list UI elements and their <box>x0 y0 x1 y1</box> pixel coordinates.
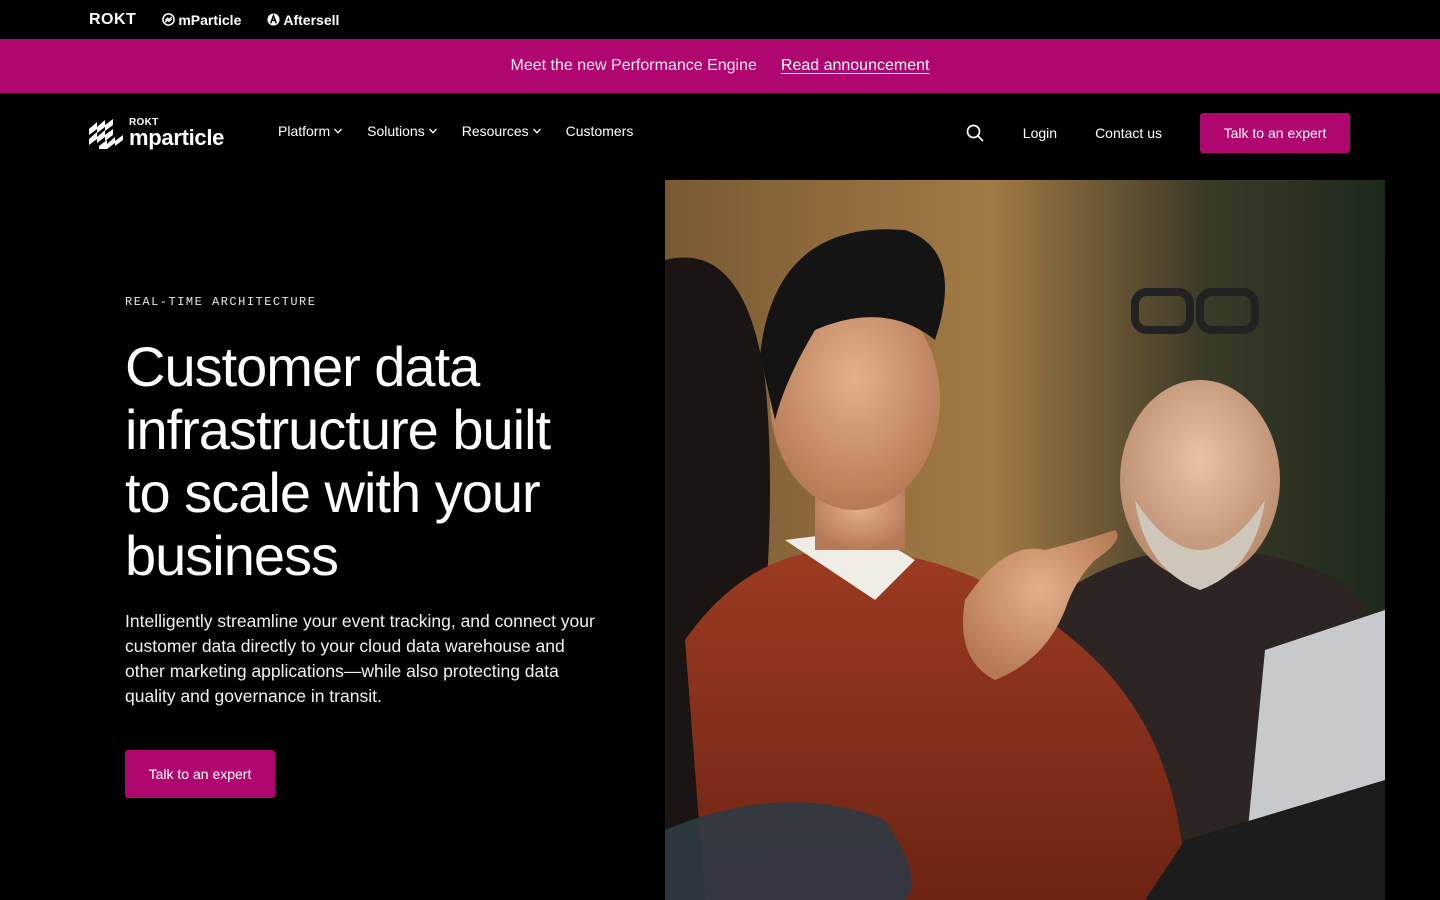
announcement-message: Meet the new Performance Engine <box>510 57 757 74</box>
chevron-down-icon <box>334 128 343 134</box>
brand-label-mparticle: mParticle <box>178 11 242 28</box>
hero-title: Customer data infrastructure built to sc… <box>125 335 551 587</box>
aftersell-icon <box>267 13 280 26</box>
nav-platform[interactable]: Platform <box>278 123 343 139</box>
announcement-banner: Meet the new Performance Engine Read ann… <box>0 39 1440 93</box>
brand-link-aftersell[interactable]: Aftersell <box>267 12 339 28</box>
hero-description: Intelligently streamline your event trac… <box>125 611 595 706</box>
hero-photo <box>665 180 1385 900</box>
chevron-down-icon <box>428 128 437 134</box>
nav-platform-label: Platform <box>278 123 331 139</box>
nav-solutions-label: Solutions <box>367 123 425 139</box>
mparticle-logo-icon <box>89 118 123 149</box>
brand-label-aftersell: Aftersell <box>283 11 340 28</box>
mparticle-icon <box>162 13 176 26</box>
mparticle-logo[interactable]: ROKT mparticle <box>89 118 224 149</box>
brand-link-mparticle[interactable]: mParticle <box>162 12 241 28</box>
logo-wordmark: ROKT mparticle <box>129 118 224 149</box>
nav-talk-to-expert-button[interactable]: Talk to an expert <box>1200 113 1350 153</box>
hero-talk-to-expert-button[interactable]: Talk to an expert <box>125 750 275 798</box>
nav-resources-label: Resources <box>461 123 529 139</box>
contact-us-link[interactable]: Contact us <box>1095 125 1162 141</box>
hero-eyebrow: REAL-TIME ARCHITECTURE <box>125 295 317 309</box>
login-link[interactable]: Login <box>1023 125 1057 141</box>
brand-link-rokt[interactable]: ROKT <box>89 11 136 29</box>
chevron-down-icon <box>532 128 541 134</box>
nav-actions: Login Contact us Talk to an expert <box>965 113 1350 153</box>
main-nav: ROKT mparticle Platform Solutions Resour… <box>0 93 1440 173</box>
nav-solutions[interactable]: Solutions <box>367 123 438 139</box>
nav-resources[interactable]: Resources <box>462 123 542 139</box>
read-announcement-link[interactable]: Read announcement <box>781 57 930 75</box>
nav-links: Platform Solutions Resources Customers <box>278 123 657 139</box>
search-icon[interactable] <box>965 123 985 143</box>
brand-strip: ROKT mParticle Aftersell <box>0 0 1440 39</box>
hero-photo-illustration <box>665 180 1385 900</box>
logo-text-mparticle: mparticle <box>129 125 225 150</box>
nav-customers[interactable]: Customers <box>566 123 634 139</box>
nav-customers-label: Customers <box>565 123 634 139</box>
brand-label-rokt: ROKT <box>89 10 137 28</box>
